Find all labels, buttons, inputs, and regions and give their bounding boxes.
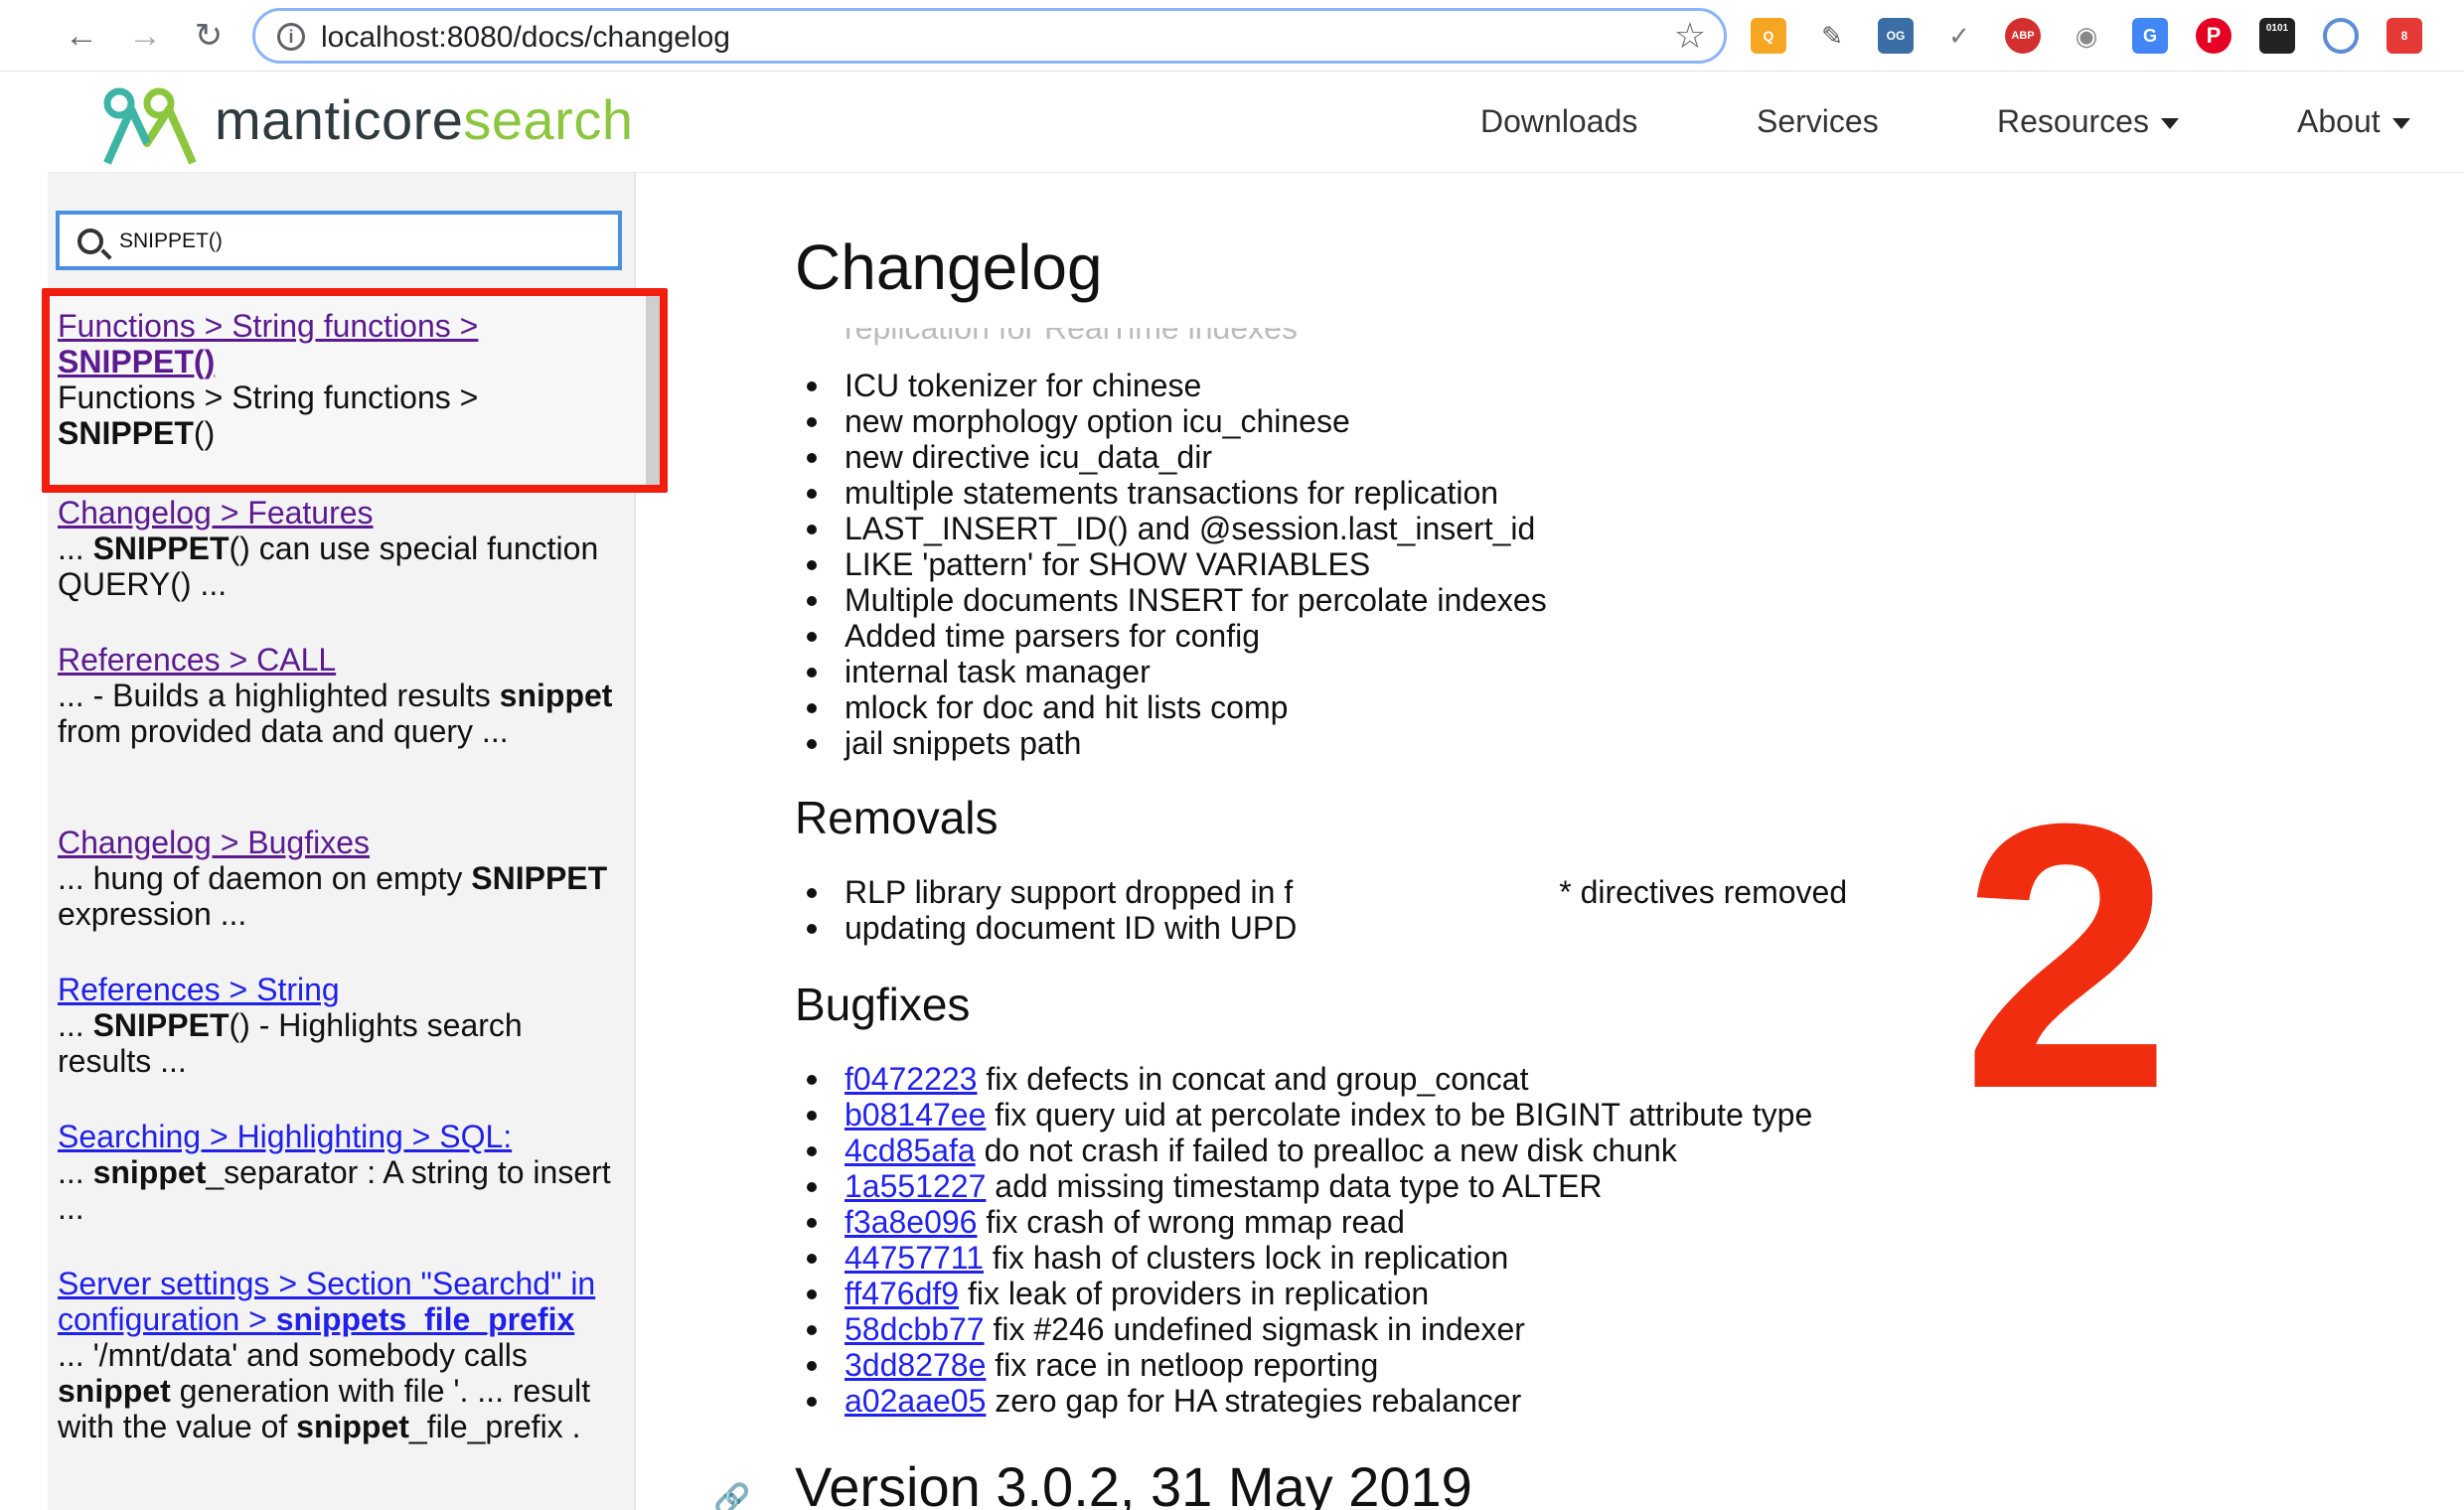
nav-resources[interactable]: Resources [1997, 103, 2179, 140]
list-item: LAST_INSERT_ID() and @session.last_inser… [795, 511, 1547, 546]
list-item: b08147ee fix query uid at percolate inde… [795, 1097, 1812, 1132]
list-item: mlock for doc and hit lists comp [795, 689, 1547, 725]
list-item: ff476df9 fix leak of providers in replic… [795, 1276, 1812, 1311]
site-header: manticoresearch Downloads Services Resou… [48, 72, 2464, 173]
list-item: new morphology option icu_chinese [795, 403, 1547, 439]
commit-link[interactable]: 1a551227 [845, 1168, 986, 1204]
result-link[interactable]: References > String [58, 972, 340, 1007]
commit-link[interactable]: ff476df9 [845, 1276, 959, 1311]
bugfixes-list: f0472223 fix defects in concat and group… [795, 1061, 1812, 1419]
bookmark-star-icon[interactable]: ☆ [1674, 15, 1706, 57]
search-result[interactable]: Changelog > Features ... SNIPPET() can u… [58, 495, 614, 602]
commit-link[interactable]: f3a8e096 [845, 1204, 977, 1240]
chevron-down-icon [2391, 118, 2410, 130]
manticore-logo-icon[interactable] [97, 85, 207, 165]
browser-toolbar: ← → ↻ i localhost:8080/docs/changelog ☆ … [0, 0, 2464, 72]
url-text: localhost:8080/docs/changelog [321, 21, 730, 54]
chevron-down-icon [2160, 118, 2179, 130]
binary-icon[interactable]: 0101 [2259, 18, 2295, 54]
logo-wordmark[interactable]: manticoresearch [215, 87, 633, 152]
list-item: 58dcbb77 fix #246 undefined sigmask in i… [795, 1311, 1812, 1347]
result-link[interactable]: Searching > Highlighting > SQL: [58, 1119, 512, 1154]
extension-badge-icon[interactable]: 8 [2387, 18, 2422, 54]
result-snippet: ... SNIPPET() - Highlights search result… [58, 1007, 523, 1079]
extension-q-icon[interactable]: Q [1751, 18, 1786, 54]
section-title-bugfixes: Bugfixes [795, 979, 971, 1030]
section-title-removals: Removals [795, 792, 999, 843]
list-item: multiple statements transactions for rep… [795, 475, 1547, 511]
list-item: 44757711 fix hash of clusters lock in re… [795, 1240, 1812, 1276]
removals-list: RLP library support dropped in f * direct… [795, 874, 1847, 946]
reload-icon[interactable]: ↻ [187, 14, 231, 58]
extension-circle-icon[interactable] [2323, 18, 2359, 54]
list-item: 1a551227 add missing timestamp data type… [795, 1168, 1812, 1204]
translate-icon[interactable]: G [2132, 18, 2168, 54]
list-item: LIKE 'pattern' for SHOW VARIABLES [795, 546, 1547, 582]
result-snippet: ... SNIPPET() can use special function Q… [58, 530, 599, 602]
list-item: internal task manager [795, 654, 1547, 689]
list-item: 3dd8278e fix race in netloop reporting [795, 1347, 1812, 1383]
nav-services[interactable]: Services [1757, 103, 1879, 140]
search-result[interactable]: Changelog > Bugfixes ... hung of daemon … [58, 825, 614, 932]
list-item: f0472223 fix defects in concat and group… [795, 1061, 1812, 1097]
result-snippet: ... snippet_separator : A string to inse… [58, 1154, 611, 1226]
nav-about[interactable]: About [2297, 103, 2410, 140]
search-icon [77, 228, 103, 254]
search-result[interactable]: References > CALL ... - Builds a highlig… [58, 642, 614, 749]
result-link[interactable]: Server settings > Section "Searchd" in c… [58, 1266, 595, 1337]
commit-link[interactable]: 44757711 [845, 1240, 984, 1276]
commit-link[interactable]: f0472223 [845, 1061, 977, 1097]
list-item: a02aae05 zero gap for HA strategies reba… [795, 1383, 1812, 1419]
commit-link[interactable]: 4cd85afa [845, 1132, 976, 1168]
extension-og-icon[interactable]: OG [1878, 18, 1914, 54]
link-anchor-icon[interactable]: 🔗 [713, 1482, 750, 1510]
list-item: Added time parsers for config [795, 618, 1547, 654]
commit-link[interactable]: 58dcbb77 [845, 1311, 985, 1347]
result-link[interactable]: Changelog > Features [58, 495, 374, 530]
result-snippet: ... '/mnt/data' and somebody calls snipp… [58, 1337, 591, 1444]
commit-link[interactable]: 3dd8278e [845, 1347, 986, 1383]
list-item: ICU tokenizer for chinese [795, 368, 1547, 403]
list-item: 4cd85afa do not crash if failed to preal… [795, 1132, 1812, 1168]
main-content: Changelog replication for RealTime index… [636, 173, 2464, 1510]
result-snippet: ... - Builds a highlighted results snipp… [58, 678, 613, 749]
address-bar[interactable]: i localhost:8080/docs/changelog ☆ [252, 8, 1727, 64]
list-item: f3a8e096 fix crash of wrong mmap read [795, 1204, 1812, 1240]
adblock-icon[interactable]: ABP [2005, 18, 2041, 54]
search-result[interactable]: Server settings > Section "Searchd" in c… [58, 1266, 624, 1444]
pinterest-icon[interactable]: P [2196, 18, 2232, 54]
faded-list-item: replication for RealTime indexes [845, 328, 1298, 346]
search-input[interactable] [119, 225, 596, 258]
info-icon[interactable]: i [277, 23, 305, 51]
search-box[interactable] [56, 211, 622, 270]
features-list: ICU tokenizer for chinese new morphology… [795, 368, 1547, 761]
search-result[interactable]: References > String ... SNIPPET() - High… [58, 972, 614, 1079]
list-item: RLP library support dropped in f * direct… [795, 874, 1847, 910]
step-number-overlay: 2 [1927, 799, 2206, 1127]
page-title: Changelog [795, 231, 1103, 303]
commit-link[interactable]: b08147ee [845, 1097, 986, 1132]
list-item: new directive icu_data_dir [795, 439, 1547, 475]
list-item: updating document ID with UPD [795, 910, 1847, 946]
back-arrow-icon[interactable]: ← [60, 14, 103, 58]
forward-arrow-icon[interactable]: → [123, 14, 167, 58]
eyedropper-icon[interactable]: ✎ [1814, 18, 1850, 54]
version-heading: Version 3.0.2, 31 May 2019 [795, 1455, 1472, 1510]
commit-link[interactable]: a02aae05 [845, 1383, 986, 1419]
search-result[interactable]: Searching > Highlighting > SQL: ... snip… [58, 1119, 614, 1226]
step-number: 2 [1961, 799, 2171, 1127]
highlight-annotation-box [42, 288, 668, 493]
nav-downloads[interactable]: Downloads [1480, 103, 1637, 140]
camera-icon[interactable]: ◉ [2069, 18, 2104, 54]
list-item: Multiple documents INSERT for percolate … [795, 582, 1547, 618]
check-icon[interactable]: ✓ [1941, 18, 1977, 54]
result-link[interactable]: Changelog > Bugfixes [58, 825, 370, 860]
result-snippet: ... hung of daemon on empty SNIPPET expr… [58, 860, 608, 932]
result-link[interactable]: References > CALL [58, 642, 336, 678]
list-item: jail snippets path [795, 725, 1547, 761]
